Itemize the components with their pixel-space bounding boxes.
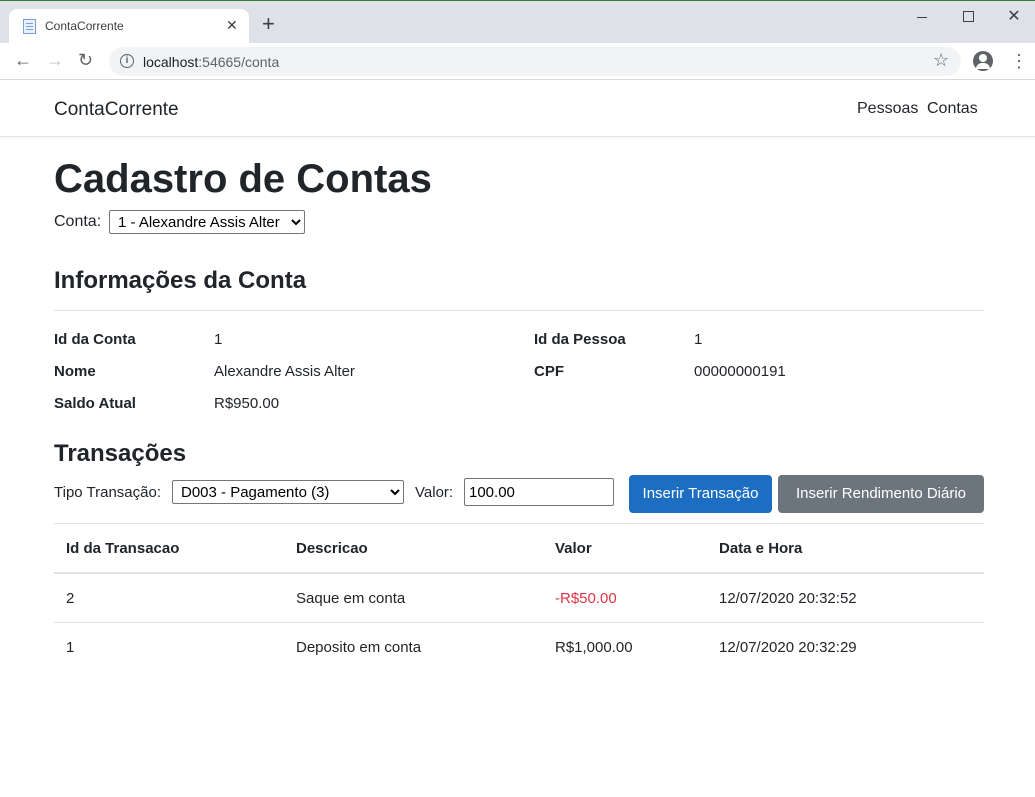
saldo-value: R$950.00 bbox=[214, 395, 280, 412]
column-header-data: Data e Hora bbox=[719, 540, 803, 557]
inserir-rendimento-button[interactable]: Inserir Rendimento Diário bbox=[778, 475, 984, 513]
back-arrow-icon[interactable]: ← bbox=[14, 50, 32, 70]
cell-descricao: Saque em conta bbox=[296, 590, 406, 607]
cell-valor: -R$50.00 bbox=[555, 590, 617, 607]
cell-data: 12/07/2020 20:32:29 bbox=[719, 639, 857, 656]
tipo-transacao-label: Tipo Transação: bbox=[54, 484, 161, 501]
tipo-transacao-select[interactable]: D003 - Pagamento (3) bbox=[172, 480, 404, 504]
browser-toolbar: ← → ↻ i localhost:54665/conta ☆ bbox=[0, 43, 1035, 80]
info-section-title: Informações da Conta bbox=[54, 267, 307, 294]
divider bbox=[54, 310, 984, 311]
cpf-value: 00000000191 bbox=[694, 363, 786, 380]
close-window-button[interactable]: ✕ bbox=[1002, 7, 1026, 27]
bookmark-star-icon[interactable]: ☆ bbox=[933, 50, 949, 71]
cell-descricao: Deposito em conta bbox=[296, 639, 422, 656]
cell-id: 1 bbox=[66, 639, 75, 656]
conta-select[interactable]: 1 - Alexandre Assis Alter bbox=[109, 210, 305, 234]
cell-id: 2 bbox=[66, 590, 75, 607]
cpf-label: CPF bbox=[534, 363, 564, 380]
minimize-button[interactable] bbox=[910, 7, 934, 27]
tab-strip: ContaCorrente ✕ + ✕ bbox=[0, 0, 1035, 44]
id-conta-value: 1 bbox=[214, 331, 223, 348]
column-header-id: Id da Transacao bbox=[66, 540, 180, 557]
inserir-transacao-button[interactable]: Inserir Transação bbox=[629, 475, 772, 513]
id-conta-label: Id da Conta bbox=[54, 331, 136, 348]
app-navbar: ContaCorrente Pessoas Contas bbox=[0, 80, 1035, 137]
maximize-button[interactable] bbox=[956, 7, 980, 27]
page-title: Cadastro de Contas bbox=[54, 157, 432, 201]
row-divider bbox=[54, 622, 984, 623]
table-top-border bbox=[54, 523, 984, 524]
kebab-menu-icon[interactable]: ⋮ bbox=[1010, 49, 1028, 73]
url-text[interactable]: localhost:54665/conta bbox=[143, 54, 279, 70]
nome-value: Alexandre Assis Alter bbox=[214, 363, 355, 380]
column-header-descricao: Descricao bbox=[296, 540, 368, 557]
table-header-border bbox=[54, 572, 984, 574]
valor-input[interactable] bbox=[464, 478, 614, 506]
browser-tab[interactable]: ContaCorrente ✕ bbox=[9, 9, 249, 44]
transacoes-section-title: Transações bbox=[54, 440, 187, 467]
info-icon[interactable]: i bbox=[120, 54, 134, 68]
cell-valor: R$1,000.00 bbox=[555, 639, 633, 656]
tab-title: ContaCorrente bbox=[45, 19, 124, 33]
nome-label: Nome bbox=[54, 363, 96, 380]
new-tab-button[interactable]: + bbox=[262, 13, 275, 35]
reload-icon[interactable]: ↻ bbox=[78, 50, 93, 70]
cell-data: 12/07/2020 20:32:52 bbox=[719, 590, 857, 607]
nav-link-pessoas[interactable]: Pessoas bbox=[857, 100, 918, 118]
column-header-valor: Valor bbox=[555, 540, 592, 557]
close-icon[interactable]: ✕ bbox=[226, 17, 238, 34]
page-icon bbox=[23, 19, 36, 34]
id-pessoa-label: Id da Pessoa bbox=[534, 331, 626, 348]
nav-link-contas[interactable]: Contas bbox=[927, 100, 978, 118]
valor-label: Valor: bbox=[415, 484, 454, 501]
brand-link[interactable]: ContaCorrente bbox=[54, 99, 179, 121]
saldo-label: Saldo Atual bbox=[54, 395, 136, 412]
forward-arrow-icon[interactable]: → bbox=[46, 50, 64, 70]
profile-avatar-icon[interactable] bbox=[973, 51, 993, 71]
conta-label: Conta: bbox=[54, 213, 102, 230]
browser-chrome: ContaCorrente ✕ + ✕ ← → ↻ i localhost:54… bbox=[0, 0, 1035, 80]
address-bar[interactable]: i localhost:54665/conta ☆ bbox=[109, 47, 961, 76]
id-pessoa-value: 1 bbox=[694, 331, 703, 348]
